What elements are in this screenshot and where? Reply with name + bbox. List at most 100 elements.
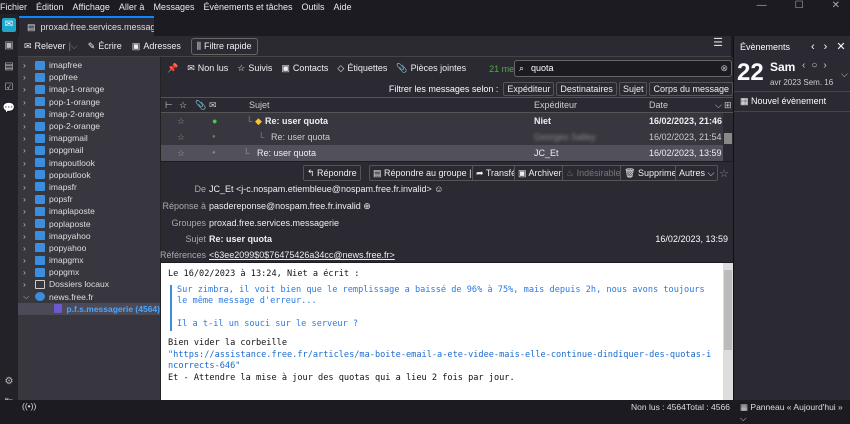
menu-aller[interactable]: Aller à: [119, 2, 145, 12]
close-icon[interactable]: ✕: [832, 0, 840, 14]
online-status-icon[interactable]: ((•)): [22, 401, 36, 411]
menu-affichage[interactable]: Affichage: [73, 2, 110, 12]
day-nav-icons[interactable]: ‹○›: [802, 60, 833, 71]
chevron-right-icon[interactable]: ›: [23, 206, 31, 216]
chevron-right-icon[interactable]: ›: [23, 170, 31, 180]
folder-item[interactable]: › Dossiers locaux: [18, 278, 160, 290]
chevron-down-icon[interactable]: |⌵: [69, 41, 78, 52]
new-event-button[interactable]: ▦ Nouvel évènement: [740, 96, 826, 107]
maximize-icon[interactable]: ☐: [795, 0, 804, 14]
folder-item[interactable]: › imap-1-orange: [18, 83, 160, 95]
folder-item[interactable]: › imapgmx: [18, 254, 160, 266]
column-picker-icon[interactable]: ⊞: [724, 100, 732, 111]
folder-item[interactable]: › imapfree: [18, 59, 160, 71]
sort-chevron-icon[interactable]: ⌵: [715, 100, 722, 111]
menu-edition[interactable]: Édition: [36, 2, 64, 12]
chevron-right-icon[interactable]: ›: [23, 72, 31, 82]
chevron-down-icon[interactable]: ⌵: [23, 291, 31, 302]
repondre-button[interactable]: ↰ Répondre: [303, 165, 361, 181]
thread-column-icon[interactable]: ⊢: [165, 100, 173, 111]
folder-item[interactable]: › popsfr: [18, 193, 160, 205]
ecrire-button[interactable]: ✎ Écrire: [88, 41, 122, 52]
chevron-right-icon[interactable]: ›: [23, 109, 31, 119]
message-row[interactable]: ☆ ● └ Re: user quota Georges Salley 16/0…: [161, 129, 723, 145]
star-icon[interactable]: ☆: [719, 167, 729, 180]
chevron-right-icon[interactable]: ›: [23, 133, 31, 143]
indesirable-button[interactable]: ♨ Indésirable: [562, 165, 625, 181]
tasks-icon[interactable]: ☑: [2, 81, 16, 95]
menu-evenements[interactable]: Évènements et tâches: [203, 2, 292, 12]
column-expediteur[interactable]: Expéditeur: [534, 100, 577, 110]
read-dot-icon[interactable]: ●: [212, 134, 216, 140]
star-icon[interactable]: ☆: [177, 132, 185, 143]
chevron-right-icon[interactable]: ›: [23, 158, 31, 168]
folder-item[interactable]: › popyahoo: [18, 242, 160, 254]
chevron-right-icon[interactable]: ›: [23, 97, 31, 107]
chevron-right-icon[interactable]: ›: [23, 231, 31, 241]
chevron-right-icon[interactable]: ›: [23, 84, 31, 94]
folder-item[interactable]: › imapgmail: [18, 132, 160, 144]
filter-pieces-jointes[interactable]: 📎 Pièces jointes: [396, 63, 466, 74]
folder-item[interactable]: › imaplaposte: [18, 205, 160, 217]
contact-icon[interactable]: ☺: [434, 184, 443, 194]
add-contact-icon[interactable]: ⊕: [363, 201, 371, 211]
filter-contacts[interactable]: ▣ Contacts: [281, 63, 328, 74]
unread-dot-icon[interactable]: ●: [212, 116, 217, 126]
today-pane-button[interactable]: ▦ Panneau « Aujourd'hui » ⌵: [740, 402, 850, 424]
menu-fichier[interactable]: Fichier: [0, 2, 27, 12]
pin-icon[interactable]: 📌: [167, 63, 178, 74]
star-column-icon[interactable]: ☆: [179, 100, 187, 111]
attachment-column-icon[interactable]: 📎: [195, 100, 206, 111]
adresses-button[interactable]: ▣ Adresses: [132, 41, 181, 52]
filter-suivis[interactable]: ☆ Suivis: [237, 63, 272, 74]
supprimer-button[interactable]: 🗑 Supprimer: [620, 165, 684, 181]
star-icon[interactable]: ☆: [177, 116, 185, 127]
hamburger-menu-icon[interactable]: ☰: [713, 36, 723, 49]
reponse-value[interactable]: pasdereponse@nospam.free.fr.invalid ⊕: [209, 201, 371, 212]
archiver-button[interactable]: ▣ Archiver: [514, 165, 566, 181]
read-dot-icon[interactable]: ●: [212, 150, 216, 156]
chevron-right-icon[interactable]: ›: [23, 255, 31, 265]
folder-item[interactable]: › imapsfr: [18, 181, 160, 193]
filter-corps-button[interactable]: Corps du message: [649, 81, 733, 96]
search-input[interactable]: ⌕ quota ⊗: [514, 60, 732, 77]
folder-item[interactable]: › pop-1-orange: [18, 96, 160, 108]
message-list-scrollbar[interactable]: [723, 113, 733, 161]
folder-item-selected[interactable]: p.f.s.messagerie (4564): [18, 302, 160, 315]
de-value[interactable]: JC_Et <j-c.nospam.etiembleue@nospam.free…: [209, 184, 443, 194]
chevron-right-icon[interactable]: ›: [23, 243, 31, 253]
menu-messages[interactable]: Messages: [153, 2, 194, 12]
folder-item[interactable]: › popoutlook: [18, 169, 160, 181]
folder-item[interactable]: › poplaposte: [18, 217, 160, 229]
message-row-selected[interactable]: ☆ ● └ Re: user quota JC_Et 16/02/2023, 1…: [161, 145, 723, 161]
filter-destinataires-button[interactable]: Destinataires: [556, 81, 617, 96]
chevron-right-icon[interactable]: ›: [23, 194, 31, 204]
events-nav-icons[interactable]: ‹›✕: [811, 40, 850, 53]
repondre-groupe-button[interactable]: ▤ Répondre au groupe | ⌵: [369, 165, 485, 181]
chevron-right-icon[interactable]: ›: [23, 60, 31, 70]
autres-button[interactable]: Autres ⌵: [675, 165, 719, 181]
chevron-right-icon[interactable]: ›: [23, 182, 31, 192]
menu-aide[interactable]: Aide: [334, 2, 352, 12]
column-sujet[interactable]: Sujet: [249, 100, 270, 110]
folder-item[interactable]: › popgmx: [18, 266, 160, 278]
clear-search-icon[interactable]: ⊗: [720, 61, 728, 76]
filter-etiquettes[interactable]: ◇ Étiquettes: [337, 63, 387, 74]
chevron-right-icon[interactable]: ›: [23, 145, 31, 155]
mail-icon[interactable]: ✉: [2, 18, 16, 32]
minimize-icon[interactable]: —: [757, 0, 767, 14]
folder-item[interactable]: › imap-2-orange: [18, 108, 160, 120]
relever-button[interactable]: ✉ Relever |⌵: [24, 41, 78, 52]
chevron-right-icon[interactable]: ›: [23, 219, 31, 229]
star-icon[interactable]: ☆: [177, 148, 185, 159]
column-date[interactable]: Date: [649, 100, 668, 110]
folder-item[interactable]: › imapoutlook: [18, 157, 160, 169]
chat-icon[interactable]: 💬: [2, 102, 16, 116]
filter-sujet-button[interactable]: Sujet: [618, 81, 648, 96]
tab-newsgroup[interactable]: ▤ proxad.free.services.messagerie: [19, 16, 154, 36]
read-column-icon[interactable]: ✉: [209, 100, 217, 111]
refs-link[interactable]: <63ee2099$0$76475426a34cc@news.free.fr>: [209, 250, 395, 260]
settings-gear-icon[interactable]: ⚙: [2, 375, 16, 389]
folder-item[interactable]: › popfree: [18, 71, 160, 83]
message-body-scrollbar[interactable]: [723, 263, 733, 400]
